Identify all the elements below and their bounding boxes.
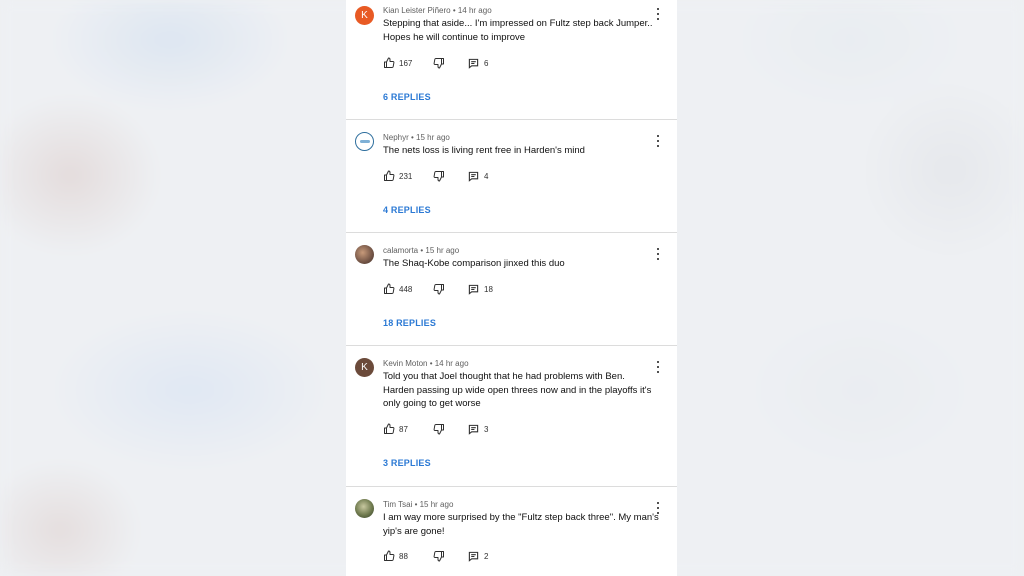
reply-button[interactable]: 2 <box>468 551 488 562</box>
view-replies-button[interactable]: 3 REPLIES <box>383 458 431 468</box>
comment-time: 14 hr ago <box>434 359 469 368</box>
thumb-down-icon <box>433 171 444 182</box>
like-count: 88 <box>399 551 408 561</box>
view-replies-button[interactable]: 6 REPLIES <box>383 92 431 102</box>
comment-icon <box>468 58 479 69</box>
comment-line: Told you that Joel thought that he had p… <box>383 371 625 382</box>
like-button[interactable]: 167 <box>383 57 433 69</box>
comment-line: The Shaq-Kobe comparison jinxed this duo <box>383 258 565 269</box>
like-button[interactable]: 231 <box>383 170 433 182</box>
comment-time: 15 hr ago <box>416 133 450 142</box>
comment-item: calamorta • 15 hr ago The Shaq-Kobe comp… <box>346 233 677 345</box>
comment-text: I am way more surprised by the "Fultz st… <box>383 511 665 538</box>
reply-count: 18 <box>484 284 493 294</box>
avatar[interactable] <box>355 245 374 264</box>
like-button[interactable]: 87 <box>383 423 433 435</box>
avatar[interactable] <box>355 132 374 151</box>
comment-icon <box>468 551 479 562</box>
like-count: 231 <box>399 171 413 181</box>
thumb-down-icon <box>433 551 444 562</box>
comment-item: Tim Tsai • 15 hr ago I am way more surpr… <box>346 487 677 576</box>
comment-text: Told you that Joel thought that he had p… <box>383 370 665 411</box>
comment-actions: 88 2 <box>383 549 488 563</box>
comment-author[interactable]: calamorta <box>383 246 418 255</box>
comment-actions: 231 4 <box>383 169 488 183</box>
comment-icon <box>468 424 479 435</box>
reply-count: 4 <box>484 171 489 181</box>
comment-actions: 167 6 <box>383 56 488 70</box>
comments-panel: K Kian Leister Piñero • 14 hr ago Steppi… <box>346 0 677 576</box>
view-replies-button[interactable]: 18 REPLIES <box>383 318 436 328</box>
dislike-button[interactable] <box>433 57 468 69</box>
comment-author[interactable]: Tim Tsai <box>383 500 412 509</box>
avatar[interactable]: K <box>355 6 374 25</box>
thumb-down-icon <box>433 284 444 295</box>
reply-button[interactable]: 4 <box>468 171 488 182</box>
like-count: 87 <box>399 424 408 434</box>
comment-text: Stepping that aside... I'm impressed on … <box>383 17 665 44</box>
comment-line: yip's are gone! <box>383 525 445 537</box>
dislike-button[interactable] <box>433 550 468 562</box>
dislike-button[interactable] <box>433 423 468 435</box>
comment-line: The nets loss is living rent free in Har… <box>383 145 585 156</box>
comment-author[interactable]: Kian Leister Piñero <box>383 6 451 15</box>
comment-line: Stepping that aside... I'm impressed on … <box>383 18 653 29</box>
comment-item: K Kevin Moton • 14 hr ago Told you that … <box>346 346 677 486</box>
like-count: 448 <box>399 284 413 294</box>
avatar-letter: K <box>361 10 368 21</box>
comment-time: 15 hr ago <box>425 246 460 255</box>
comment-meta: Kian Leister Piñero • 14 hr ago <box>383 6 492 15</box>
comment-icon <box>468 284 479 295</box>
thumb-up-icon <box>384 170 395 181</box>
thumb-down-icon <box>433 424 444 435</box>
avatar[interactable]: K <box>355 358 374 377</box>
comment-actions: 87 3 <box>383 422 488 436</box>
comment-time: 14 hr ago <box>457 6 492 15</box>
comment-meta: Kevin Moton • 14 hr ago <box>383 359 469 368</box>
comment-item: Nephyr • 15 hr ago The nets loss is livi… <box>346 120 677 232</box>
comment-line: Harden passing up wide open threes now a… <box>383 384 652 396</box>
comment-line: only going to get worse <box>383 398 481 409</box>
like-count: 167 <box>399 58 413 68</box>
like-button[interactable]: 88 <box>383 550 433 562</box>
avatar-letter: K <box>361 362 368 373</box>
comment-actions: 448 18 <box>383 282 493 296</box>
reply-button[interactable]: 6 <box>468 58 488 69</box>
comment-icon <box>468 171 479 182</box>
comment-meta: Tim Tsai • 15 hr ago <box>383 500 454 509</box>
avatar[interactable] <box>355 499 374 518</box>
like-button[interactable]: 448 <box>383 283 433 295</box>
comment-text: The Shaq-Kobe comparison jinxed this duo <box>383 257 665 271</box>
comment-author[interactable]: Nephyr <box>383 133 409 142</box>
thumb-up-icon <box>384 283 395 294</box>
comment-line: I am way more surprised by the "Fultz st… <box>383 512 659 523</box>
reply-count: 6 <box>484 58 489 68</box>
comment-line: Hopes he will continue to improve <box>383 31 526 43</box>
thumb-up-icon <box>384 550 395 561</box>
reply-button[interactable]: 18 <box>468 284 493 295</box>
reply-count: 3 <box>484 424 489 434</box>
comment-author[interactable]: Kevin Moton <box>383 359 427 368</box>
comment-time: 15 hr ago <box>419 500 454 509</box>
comment-text: The nets loss is living rent free in Har… <box>383 144 665 158</box>
reply-button[interactable]: 3 <box>468 424 488 435</box>
thumb-up-icon <box>384 423 395 434</box>
dislike-button[interactable] <box>433 283 468 295</box>
avatar-logo <box>359 140 370 143</box>
thumb-up-icon <box>384 57 395 68</box>
comment-meta: Nephyr • 15 hr ago <box>383 133 450 142</box>
comment-item: K Kian Leister Piñero • 14 hr ago Steppi… <box>346 0 677 119</box>
reply-count: 2 <box>484 551 489 561</box>
view-replies-button[interactable]: 4 REPLIES <box>383 205 431 215</box>
dislike-button[interactable] <box>433 170 468 182</box>
comment-meta: calamorta • 15 hr ago <box>383 246 460 255</box>
thumb-down-icon <box>433 58 444 69</box>
